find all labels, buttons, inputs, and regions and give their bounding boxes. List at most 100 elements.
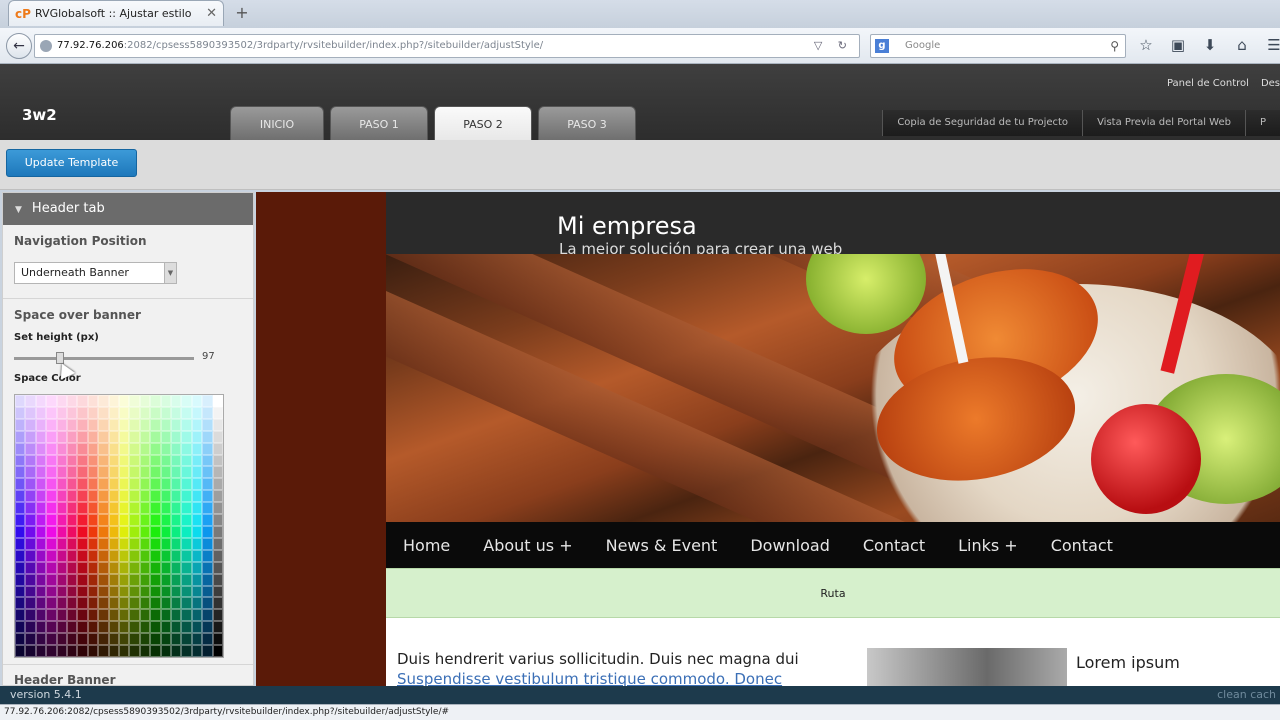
color-swatch[interactable] <box>35 633 47 646</box>
color-swatch[interactable] <box>87 621 99 634</box>
color-swatch[interactable] <box>160 490 171 503</box>
color-swatch[interactable] <box>202 406 213 419</box>
color-swatch[interactable] <box>46 454 57 467</box>
color-swatch[interactable] <box>191 549 203 562</box>
color-swatch[interactable] <box>56 502 67 515</box>
color-swatch[interactable] <box>25 549 36 562</box>
color-swatch[interactable] <box>46 502 57 515</box>
color-swatch[interactable] <box>150 395 161 407</box>
color-swatch[interactable] <box>181 633 192 646</box>
color-swatch[interactable] <box>66 490 78 503</box>
color-swatch[interactable] <box>108 454 119 467</box>
color-swatch[interactable] <box>212 502 223 515</box>
color-swatch[interactable] <box>25 573 36 586</box>
color-swatch[interactable] <box>25 395 36 407</box>
color-swatch[interactable] <box>15 490 26 503</box>
color-swatch[interactable] <box>56 573 67 586</box>
color-swatch[interactable] <box>15 609 26 622</box>
backup-project-link[interactable]: Copia de Seguridad de tu Projecto <box>882 110 1083 136</box>
color-swatch[interactable] <box>181 537 192 550</box>
color-swatch[interactable] <box>191 561 203 574</box>
color-swatch[interactable] <box>118 585 130 598</box>
color-swatch[interactable] <box>25 406 36 419</box>
color-swatch[interactable] <box>56 609 67 622</box>
color-swatch[interactable] <box>108 466 119 479</box>
color-swatch[interactable] <box>139 490 151 503</box>
color-swatch[interactable] <box>87 645 99 657</box>
color-swatch[interactable] <box>77 561 88 574</box>
color-swatch[interactable] <box>202 537 213 550</box>
color-swatch[interactable] <box>56 549 67 562</box>
color-swatch[interactable] <box>46 561 57 574</box>
color-swatch[interactable] <box>160 633 171 646</box>
color-swatch[interactable] <box>15 633 26 646</box>
color-swatch[interactable] <box>129 418 140 431</box>
color-swatch[interactable] <box>150 490 161 503</box>
color-swatch[interactable] <box>35 442 47 455</box>
color-swatch[interactable] <box>56 442 67 455</box>
color-swatch[interactable] <box>212 549 223 562</box>
color-swatch[interactable] <box>108 645 119 657</box>
color-swatch[interactable] <box>66 418 78 431</box>
color-swatch[interactable] <box>25 585 36 598</box>
color-swatch[interactable] <box>15 549 26 562</box>
download-icon[interactable]: ⬇ <box>1200 36 1220 54</box>
color-swatch[interactable] <box>170 490 182 503</box>
color-swatch[interactable] <box>139 585 151 598</box>
color-swatch[interactable] <box>77 502 88 515</box>
color-swatch[interactable] <box>98 454 109 467</box>
color-swatch[interactable] <box>118 549 130 562</box>
color-swatch[interactable] <box>139 573 151 586</box>
color-swatch[interactable] <box>202 526 213 538</box>
color-swatch[interactable] <box>170 597 182 610</box>
color-swatch[interactable] <box>160 478 171 491</box>
color-swatch[interactable] <box>181 478 192 491</box>
color-swatch[interactable] <box>25 502 36 515</box>
color-swatch[interactable] <box>46 490 57 503</box>
color-swatch[interactable] <box>25 478 36 491</box>
color-swatch[interactable] <box>129 490 140 503</box>
color-swatch[interactable] <box>129 633 140 646</box>
color-swatch[interactable] <box>77 478 88 491</box>
color-swatch[interactable] <box>15 418 26 431</box>
color-swatch[interactable] <box>170 478 182 491</box>
color-swatch[interactable] <box>77 526 88 538</box>
color-swatch[interactable] <box>202 585 213 598</box>
color-swatch[interactable] <box>87 561 99 574</box>
color-swatch[interactable] <box>191 514 203 526</box>
color-swatch[interactable] <box>15 597 26 610</box>
color-swatch[interactable] <box>35 621 47 634</box>
color-swatch[interactable] <box>191 442 203 455</box>
color-swatch[interactable] <box>170 395 182 407</box>
color-palette[interactable] <box>14 394 224 658</box>
color-swatch[interactable] <box>98 609 109 622</box>
color-swatch[interactable] <box>129 454 140 467</box>
color-swatch[interactable] <box>202 597 213 610</box>
color-swatch[interactable] <box>108 561 119 574</box>
color-swatch[interactable] <box>139 526 151 538</box>
color-swatch[interactable] <box>66 585 78 598</box>
color-swatch[interactable] <box>56 395 67 407</box>
color-swatch[interactable] <box>118 537 130 550</box>
color-swatch[interactable] <box>77 573 88 586</box>
color-swatch[interactable] <box>181 621 192 634</box>
menu-item-home[interactable]: Home <box>403 536 450 555</box>
color-swatch[interactable] <box>139 549 151 562</box>
color-swatch[interactable] <box>66 478 78 491</box>
color-swatch[interactable] <box>181 526 192 538</box>
color-swatch[interactable] <box>150 478 161 491</box>
color-swatch[interactable] <box>66 454 78 467</box>
color-swatch[interactable] <box>98 633 109 646</box>
color-swatch[interactable] <box>150 418 161 431</box>
color-swatch[interactable] <box>66 573 78 586</box>
color-swatch[interactable] <box>139 621 151 634</box>
color-swatch[interactable] <box>202 442 213 455</box>
color-swatch[interactable] <box>66 502 78 515</box>
color-swatch[interactable] <box>98 395 109 407</box>
color-swatch[interactable] <box>150 526 161 538</box>
color-swatch[interactable] <box>77 585 88 598</box>
color-swatch[interactable] <box>46 645 57 657</box>
color-swatch[interactable] <box>150 645 161 657</box>
color-swatch[interactable] <box>191 585 203 598</box>
color-swatch[interactable] <box>35 526 47 538</box>
